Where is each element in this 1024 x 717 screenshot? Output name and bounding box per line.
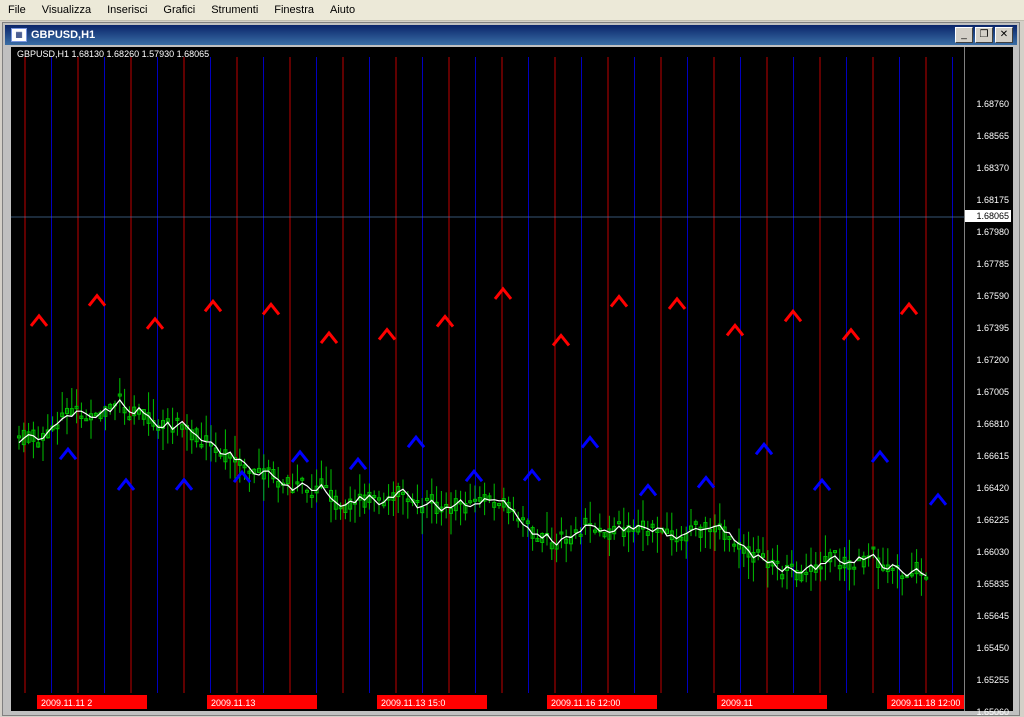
time-label: 2009.11 — [721, 698, 753, 708]
signal-arrow-icon — [640, 485, 656, 495]
price-label: 1.67200 — [976, 355, 1009, 365]
signal-arrow-icon — [321, 333, 337, 343]
signal-arrow-icon — [292, 452, 308, 462]
price-scale: 1.68760 1.68565 1.68370 1.68175 1.67980 1.677… — [964, 47, 1013, 711]
signal-arrow-icon — [205, 301, 221, 311]
signal-arrow-icon — [147, 319, 163, 329]
menu-help[interactable]: Aiuto — [322, 4, 363, 16]
menu-tools[interactable]: Strumenti — [203, 4, 266, 16]
price-label: 1.67785 — [976, 259, 1009, 269]
signal-arrow-icon — [408, 437, 424, 447]
time-label: 2009.11.11 2 — [41, 698, 92, 708]
signal-arrow-icon — [843, 330, 859, 340]
signal-arrow-icon — [350, 459, 366, 469]
menu-insert[interactable]: Inserisci — [99, 4, 155, 16]
chart-canvas: 2009.11.11 2 2009.11.13 2009.11.13 15:0 200… — [11, 47, 965, 711]
signal-arrow-icon — [872, 452, 888, 462]
signal-arrow-icon — [31, 316, 47, 326]
restore-icon[interactable]: ❐ — [975, 27, 993, 43]
signal-arrow-icon — [60, 449, 76, 459]
price-label: 1.65645 — [976, 611, 1009, 621]
price-label: 1.68370 — [976, 163, 1009, 173]
chart-icon: ▦ — [11, 28, 27, 42]
price-label: 1.67980 — [976, 227, 1009, 237]
time-label: 2009.11.13 — [211, 698, 255, 708]
chart-window: ▦ GBPUSD,H1 _ ❐ ✕ 2009.11.11 2 2009.11.13… — [2, 22, 1020, 716]
signal-arrow-icon — [89, 296, 105, 306]
signal-arrow-icon — [814, 480, 830, 490]
time-label: 2009.11.13 15:0 — [381, 698, 445, 708]
signal-arrow-icon — [263, 304, 279, 314]
price-label: 1.65255 — [976, 675, 1009, 685]
signal-arrow-icon — [930, 495, 946, 505]
price-label: 1.66420 — [976, 483, 1009, 493]
signal-arrow-icon — [611, 297, 627, 307]
price-label: 1.68175 — [976, 195, 1009, 205]
signal-arrow-icon — [118, 480, 134, 490]
current-price-label: 1.68065 — [965, 210, 1011, 222]
chart-info: GBPUSD,H1 1.68130 1.68260 1.57930 1.6806… — [17, 49, 209, 59]
signal-arrow-icon — [379, 330, 395, 340]
menu-window[interactable]: Finestra — [266, 4, 322, 16]
window-title: GBPUSD,H1 — [31, 29, 95, 41]
price-label: 1.66810 — [976, 419, 1009, 429]
signal-arrow-icon — [524, 471, 540, 481]
close-icon[interactable]: ✕ — [995, 27, 1013, 43]
signal-arrow-icon — [466, 471, 482, 481]
price-label: 1.66225 — [976, 515, 1009, 525]
price-label: 1.66030 — [976, 547, 1009, 557]
menu-file[interactable]: File — [0, 4, 34, 16]
price-chart[interactable]: 2009.11.11 2 2009.11.13 2009.11.13 15:0 200… — [11, 47, 1013, 711]
price-label: 1.65835 — [976, 579, 1009, 589]
price-label: 1.67395 — [976, 323, 1009, 333]
signal-arrow-icon — [582, 438, 598, 448]
price-label: 1.67590 — [976, 291, 1009, 301]
menu-charts[interactable]: Grafici — [155, 4, 203, 16]
time-label: 2009.11.18 12:00 — [891, 698, 960, 708]
signal-arrow-icon — [437, 317, 453, 327]
signal-arrow-icon — [495, 289, 511, 299]
price-label: 1.68565 — [976, 131, 1009, 141]
price-label: 1.65450 — [976, 643, 1009, 653]
menu-view[interactable]: Visualizza — [34, 4, 99, 16]
minimize-icon[interactable]: _ — [955, 27, 973, 43]
window-titlebar[interactable]: ▦ GBPUSD,H1 _ ❐ ✕ — [5, 25, 1017, 45]
price-label: 1.65060 — [976, 707, 1009, 717]
signal-arrow-icon — [698, 478, 714, 488]
menu-bar: File Visualizza Inserisci Grafici Strume… — [0, 0, 1024, 21]
time-label: 2009.11.16 12:00 — [551, 698, 620, 708]
signal-arrow-icon — [901, 304, 917, 314]
price-label: 1.67005 — [976, 387, 1009, 397]
signal-arrow-icon — [669, 299, 685, 309]
price-label: 1.66615 — [976, 451, 1009, 461]
signal-arrow-icon — [756, 444, 772, 454]
price-label: 1.68760 — [976, 99, 1009, 109]
